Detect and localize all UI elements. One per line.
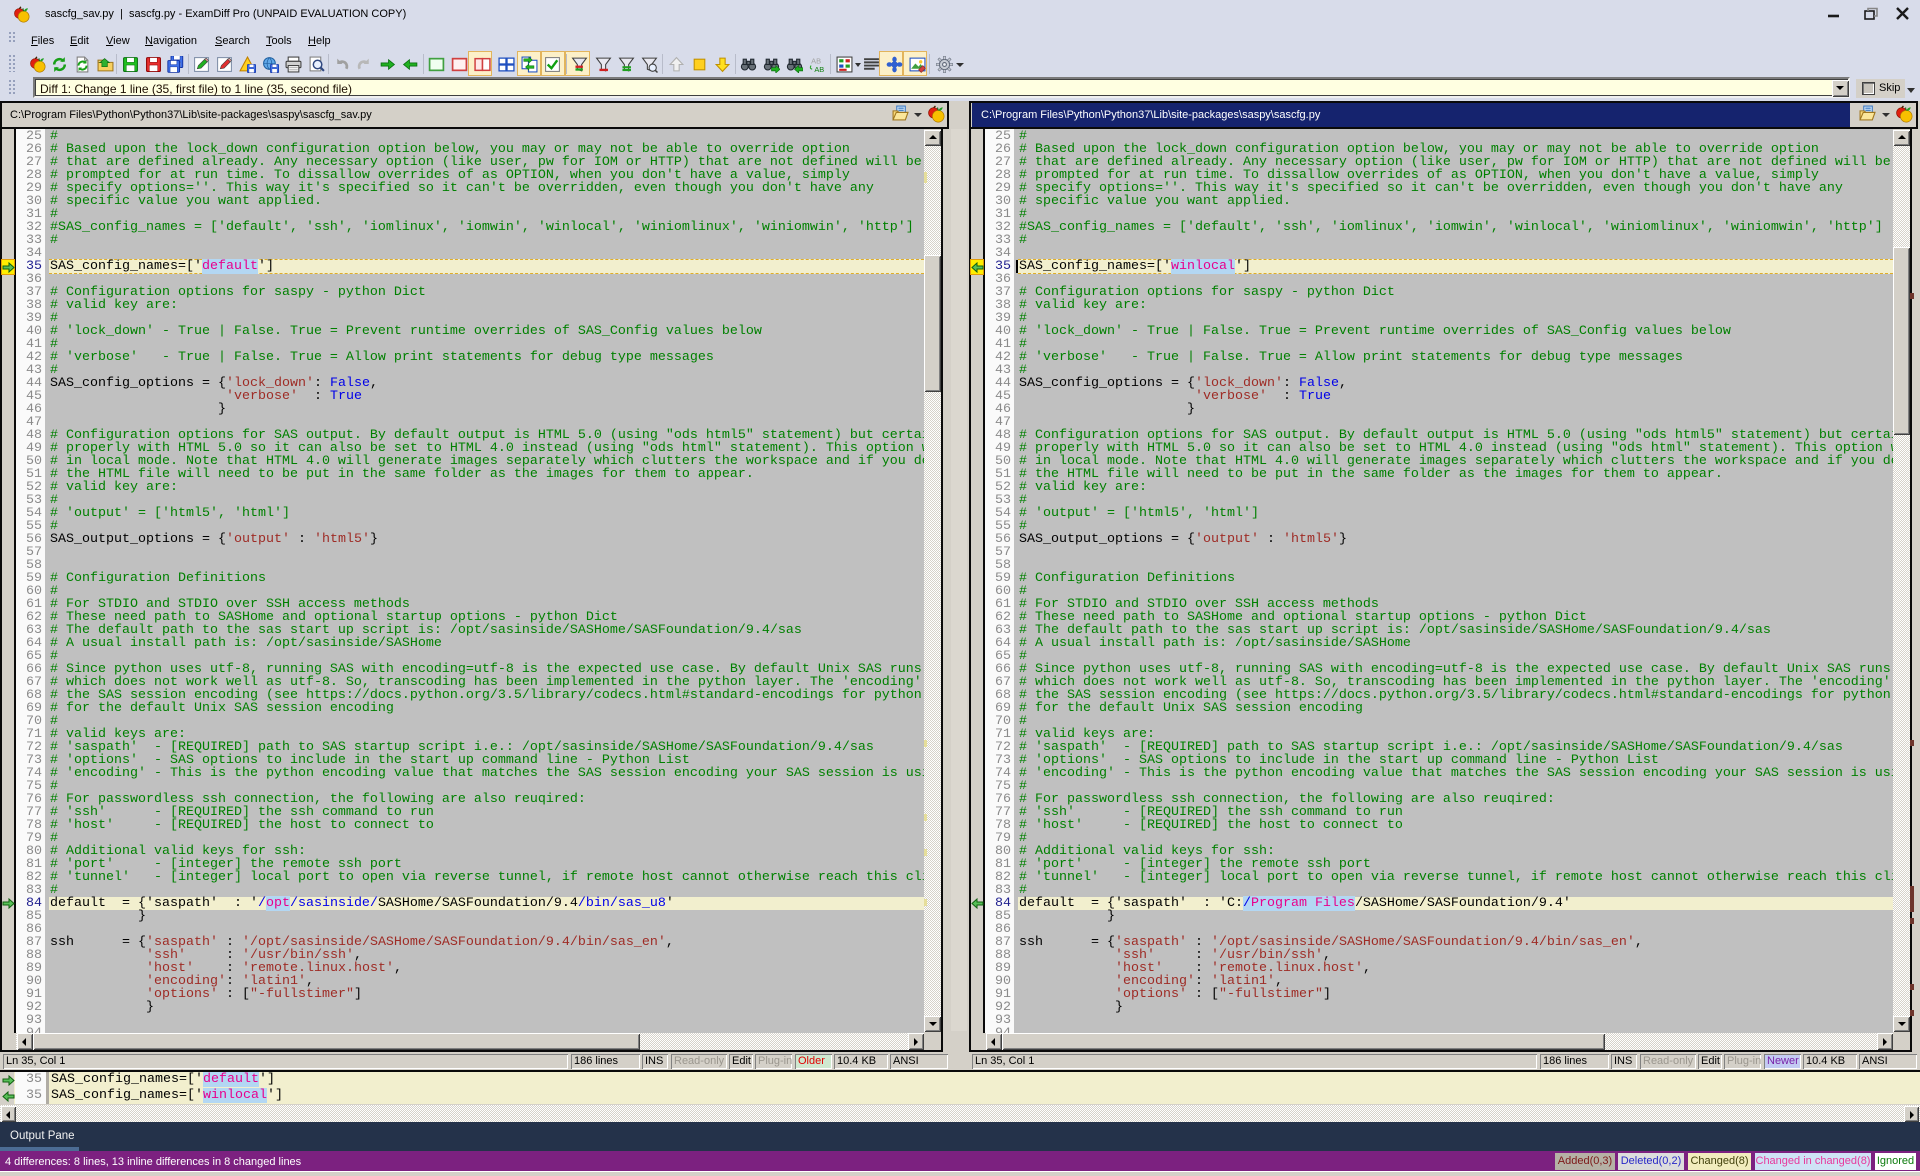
svg-text:AB: AB — [814, 65, 824, 73]
